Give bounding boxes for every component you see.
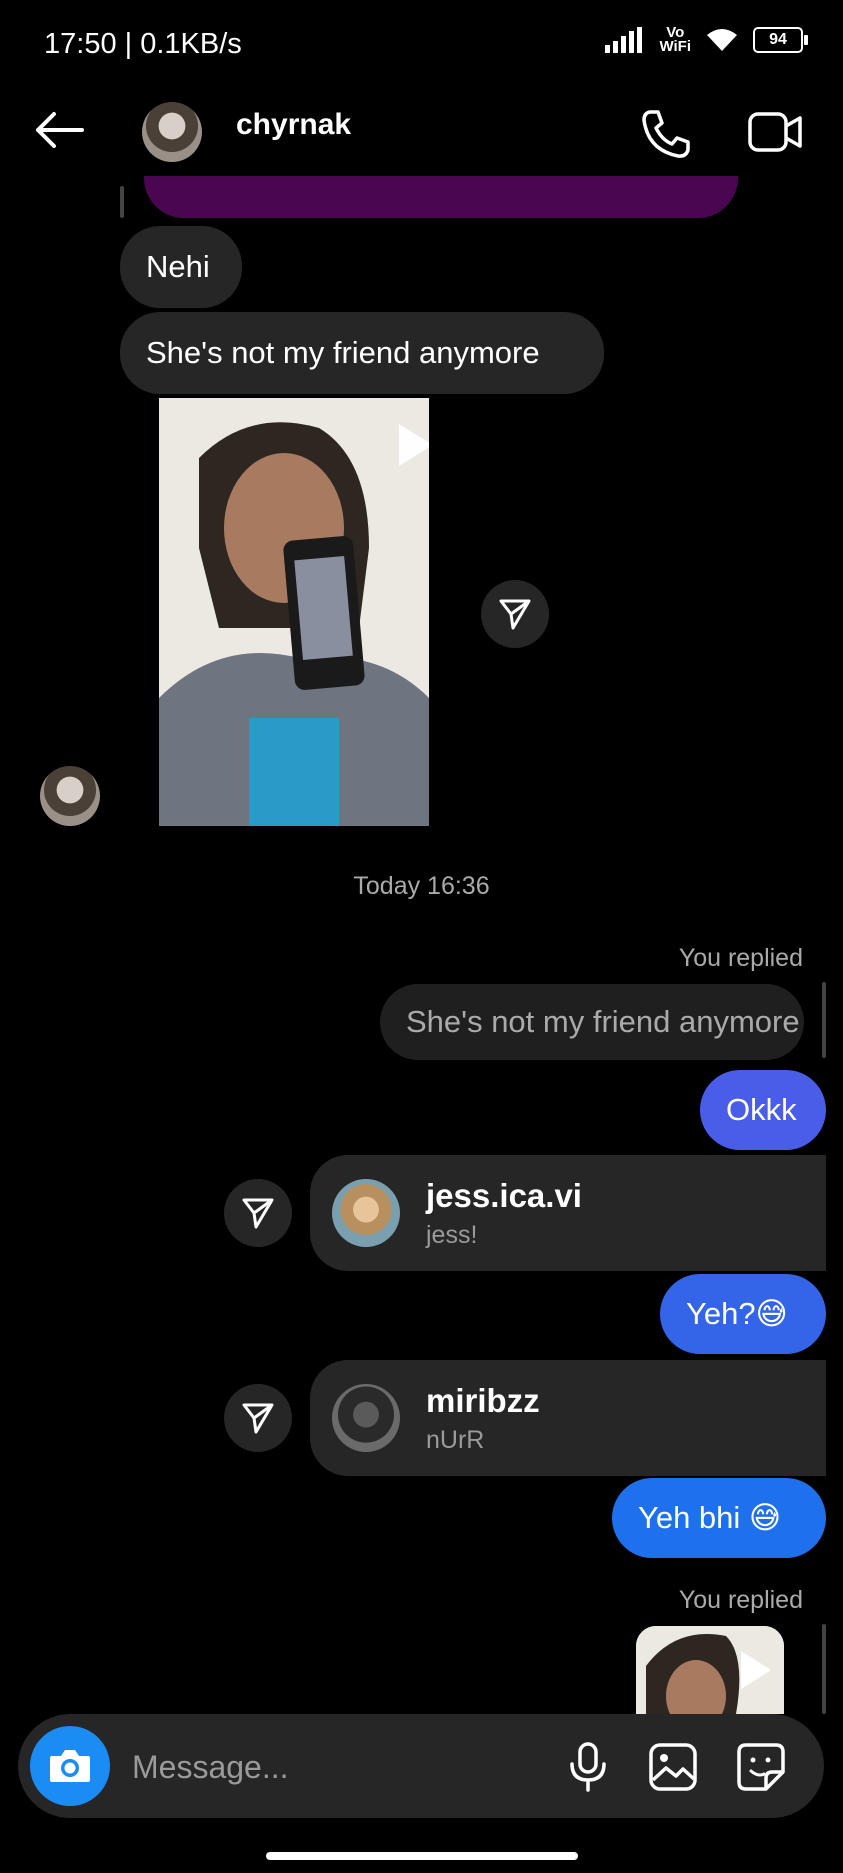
- sticker-icon[interactable]: [736, 1742, 786, 1792]
- phone-icon[interactable]: [640, 108, 692, 160]
- replied-label: You replied: [678, 944, 803, 972]
- play-icon[interactable]: [395, 420, 429, 470]
- vowifi-icon: Vo WiFi: [659, 24, 691, 55]
- signal-icon: [605, 27, 643, 53]
- timestamp: Today 16:36: [353, 872, 490, 900]
- shared-profile-card[interactable]: jess.ica.vi jess!: [310, 1155, 826, 1271]
- outgoing-message[interactable]: Yeh bhi 😅: [612, 1478, 826, 1558]
- status-time: 17:50 | 0.1KB/s: [44, 28, 242, 60]
- status-icons: Vo WiFi 94: [605, 24, 808, 55]
- profile-avatar: [332, 1384, 400, 1452]
- home-indicator[interactable]: [266, 1852, 578, 1860]
- camera-icon: [50, 1750, 90, 1782]
- message-composer: [18, 1714, 824, 1818]
- wifi-icon: [707, 29, 737, 51]
- message-input[interactable]: [130, 1742, 554, 1792]
- back-arrow-icon[interactable]: [34, 110, 84, 150]
- video-camera-icon[interactable]: [748, 110, 802, 154]
- replied-label: You replied: [678, 1586, 803, 1614]
- profile-name: jess!: [426, 1221, 478, 1249]
- camera-button[interactable]: [30, 1726, 110, 1806]
- thread-line: [120, 186, 124, 218]
- shared-video-thumbnail[interactable]: [159, 398, 429, 826]
- video-preview-image: [159, 398, 429, 826]
- share-button[interactable]: [481, 580, 549, 648]
- microphone-icon[interactable]: [568, 1742, 608, 1792]
- incoming-message[interactable]: Nehi: [120, 226, 242, 308]
- incoming-message[interactable]: She's not my friend anymore: [120, 312, 604, 394]
- quoted-message[interactable]: She's not my friend anymore: [380, 984, 804, 1060]
- contact-name[interactable]: chyrnak: [236, 108, 351, 142]
- replied-video-thumbnail[interactable]: [636, 1626, 784, 1714]
- send-icon: [499, 599, 531, 630]
- profile-name: nUrR: [426, 1426, 485, 1454]
- previous-message-bubble[interactable]: [144, 176, 738, 218]
- profile-avatar: [332, 1179, 400, 1247]
- send-icon: [242, 1198, 274, 1229]
- send-icon: [242, 1403, 274, 1434]
- share-button[interactable]: [224, 1384, 292, 1452]
- shared-profile-card[interactable]: miribzz nUrR: [310, 1360, 826, 1476]
- contact-avatar[interactable]: [142, 102, 202, 162]
- reply-line: [822, 982, 826, 1058]
- play-icon: [741, 1651, 771, 1689]
- profile-username: jess.ica.vi: [426, 1177, 582, 1214]
- outgoing-message[interactable]: Okkk: [700, 1070, 826, 1150]
- outgoing-message[interactable]: Yeh?😅: [660, 1274, 826, 1354]
- profile-username: miribzz: [426, 1382, 540, 1419]
- reply-line: [822, 1624, 826, 1714]
- share-button[interactable]: [224, 1179, 292, 1247]
- battery-icon: 94: [753, 27, 808, 53]
- gallery-icon[interactable]: [648, 1742, 698, 1792]
- contact-avatar-small[interactable]: [40, 766, 100, 826]
